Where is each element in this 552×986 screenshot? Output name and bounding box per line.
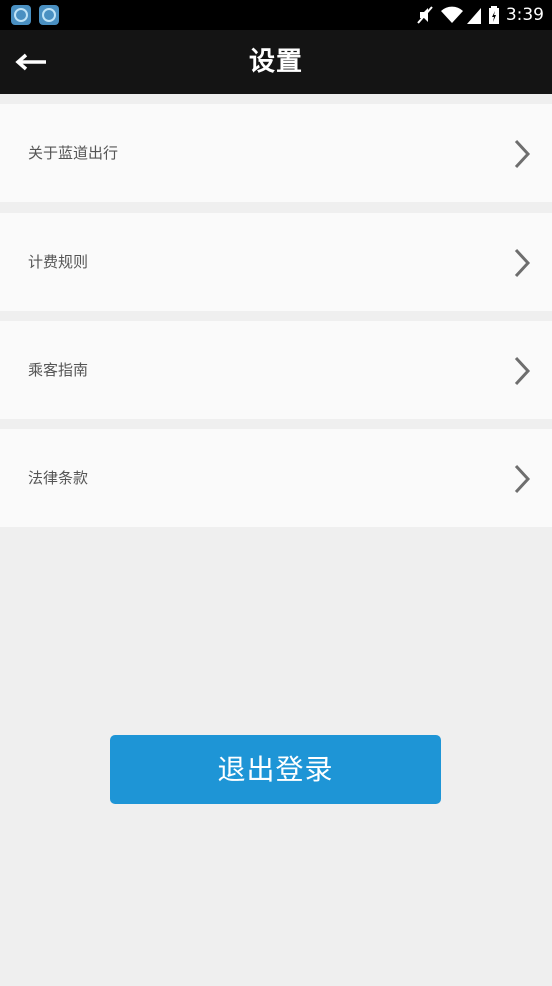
signal-icon: [466, 8, 481, 24]
menu-item-legal-terms[interactable]: 法律条款: [0, 429, 552, 527]
battery-icon: [488, 6, 499, 24]
header: 设置: [0, 30, 552, 94]
logout-button[interactable]: 退出登录: [110, 735, 441, 804]
menu-item-passenger-guide[interactable]: 乘客指南: [0, 321, 552, 419]
menu-item-label: 关于蓝道出行: [28, 144, 119, 162]
menu-item-label: 法律条款: [28, 469, 89, 487]
wifi-icon: [440, 6, 463, 23]
menu-item-pricing-rules[interactable]: 计费规则: [0, 213, 552, 311]
menu-item-about[interactable]: 关于蓝道出行: [0, 104, 552, 202]
chevron-right-icon: [514, 139, 531, 169]
menu-item-label: 乘客指南: [28, 361, 89, 379]
status-time: 3:39: [505, 5, 544, 25]
page-title: 设置: [248, 47, 303, 77]
mute-icon: [417, 6, 433, 24]
chevron-right-icon: [514, 356, 531, 386]
chevron-right-icon: [514, 248, 531, 278]
status-bar: 3:39: [0, 0, 552, 30]
app-notification-icon: [39, 5, 59, 25]
menu-item-label: 计费规则: [28, 253, 89, 271]
chevron-right-icon: [514, 464, 531, 494]
status-icons: 3:39: [416, 0, 544, 30]
app-notification-icon: [11, 5, 31, 25]
